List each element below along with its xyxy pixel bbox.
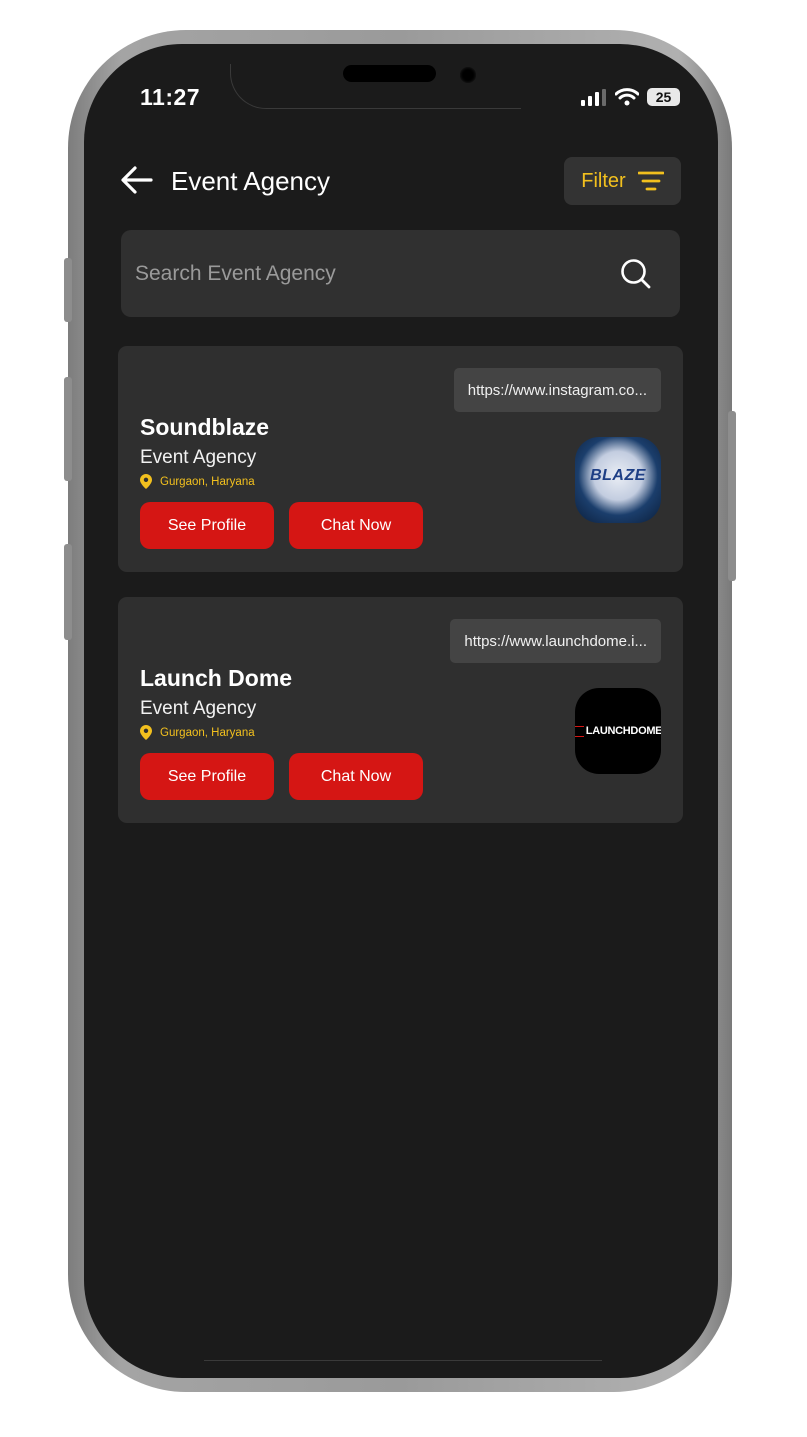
speaker-pill [343,65,436,82]
agency-name: Launch Dome [140,665,293,691]
see-profile-button[interactable]: See Profile [140,753,274,800]
status-icons: 25 [581,88,680,106]
agency-category: Event Agency [140,447,257,468]
search-bar [121,230,680,317]
filter-label: Filter [581,169,626,192]
agency-card: https://www.instagram.co... Soundblaze E… [118,346,683,572]
agency-location: Gurgaon, Haryana [140,474,255,489]
location-text: Gurgaon, Haryana [160,726,255,739]
location-text: Gurgaon, Haryana [160,475,255,488]
header: Event Agency Filter [120,156,682,206]
logo-text: BLAZE [590,467,646,484]
arrow-left-icon [121,166,153,194]
search-icon[interactable] [620,258,652,290]
logo-mark-icon [575,725,584,737]
location-pin-icon [140,725,152,740]
filter-button[interactable]: Filter [564,157,681,205]
agency-logo[interactable]: BLAZE [575,437,661,523]
agency-category: Event Agency [140,698,257,719]
search-input[interactable] [135,230,605,317]
agency-card: https://www.launchdome.i... Launch Dome … [118,597,683,823]
agency-logo[interactable]: LAUNCHDOME [575,688,661,774]
location-pin-icon [140,474,152,489]
app-screen: 11:27 25 Event Agency Filter Search Even… [84,44,718,1378]
wifi-icon [615,88,639,106]
battery-icon: 25 [647,88,680,106]
chat-now-button[interactable]: Chat Now [289,753,423,800]
phone-side-button [64,377,72,481]
signal-icon [581,88,606,106]
logo-wordmark: LAUNCHDOME [575,725,661,737]
website-link[interactable]: https://www.launchdome.i... [450,619,661,663]
filter-icon [637,171,664,191]
page-title: Event Agency [171,166,330,196]
logo-text: LAUNCHDOME [585,725,661,737]
website-link[interactable]: https://www.instagram.co... [453,368,661,412]
back-button[interactable] [120,164,156,196]
phone-side-button [64,544,72,640]
phone-side-button [64,258,72,322]
chat-now-button[interactable]: Chat Now [289,502,423,549]
agency-location: Gurgaon, Haryana [140,725,255,740]
front-camera [460,67,476,83]
home-indicator [204,1360,602,1361]
see-profile-button[interactable]: See Profile [140,502,274,549]
status-time: 11:27 [140,84,201,110]
phone-side-button [728,411,736,581]
agency-name: Soundblaze [140,414,270,440]
